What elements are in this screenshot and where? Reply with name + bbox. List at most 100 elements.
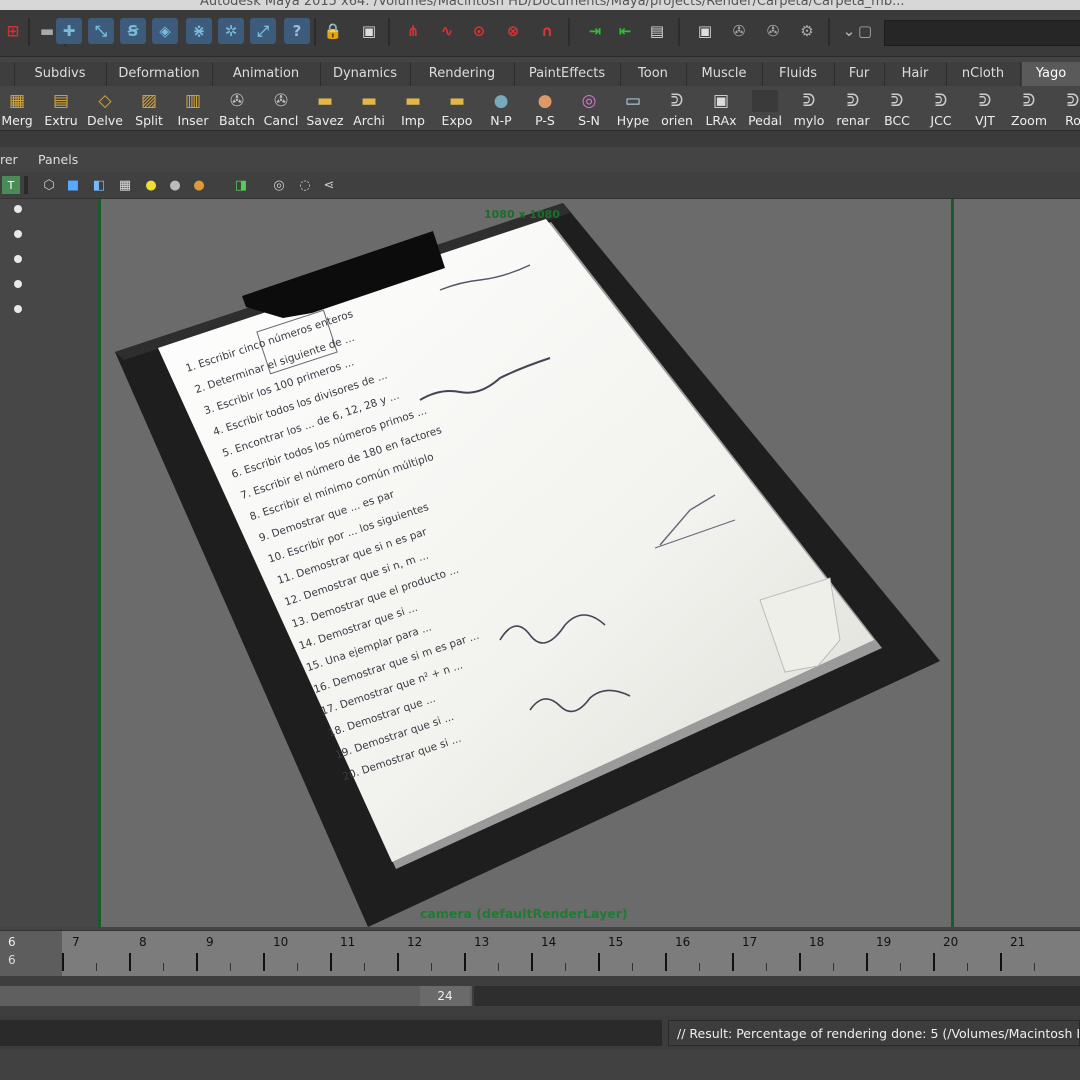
tab-rendering[interactable]: Rendering [410, 62, 515, 86]
tab-animation[interactable]: Animation [212, 62, 321, 86]
isolate-select-icon[interactable]: ◨ [232, 176, 250, 194]
shelf-button-archi[interactable]: ▬ Archi [348, 88, 390, 128]
snap-grid-icon[interactable]: ⋔ [400, 18, 426, 44]
default-light-icon[interactable]: ● [142, 176, 160, 194]
select-hierarchy-icon[interactable]: ✚ [56, 18, 82, 44]
insert-edge-icon: ▥ [184, 91, 202, 111]
shadows-icon[interactable]: ● [190, 176, 208, 194]
wireframe-on-shaded-icon[interactable]: ◧ [90, 176, 108, 194]
shelf-button-inser[interactable]: ▥ Inser [172, 88, 214, 128]
toggle-icon[interactable]: T [2, 176, 20, 194]
tab-yago[interactable]: Yago [1022, 62, 1080, 86]
quick-input-field[interactable] [884, 20, 1080, 46]
render-view-icon[interactable]: ▣ [692, 18, 718, 44]
shelf-button-delve[interactable]: ◇ Delve [84, 88, 126, 128]
share-icon[interactable]: ⋖ [320, 176, 338, 194]
time-slider[interactable]: 6 6 7 8 9 10 11 12 13 14 15 16 17 18 19 20 21 [0, 930, 1080, 977]
range-slider-track[interactable] [474, 986, 1080, 1006]
tab-hair[interactable]: Hair [884, 62, 947, 86]
shelf-button-label: mylo [793, 113, 825, 128]
select-component-icon[interactable]: Ꞩ [120, 18, 146, 44]
help-icon[interactable]: ? [284, 18, 310, 44]
tick-label: 16 [675, 935, 691, 949]
render-icon[interactable]: ✇ [726, 18, 752, 44]
list-item[interactable] [14, 230, 22, 238]
snap-magnet-icon[interactable]: ∩ [534, 18, 560, 44]
mask-curves-icon[interactable]: ✲ [218, 18, 244, 44]
input-icon[interactable]: ⇥ [582, 18, 608, 44]
tab-muscle[interactable]: Muscle [686, 62, 763, 86]
list-item[interactable] [14, 205, 22, 213]
tab-fur[interactable]: Fur [834, 62, 885, 86]
highlight-icon[interactable]: ▣ [356, 18, 382, 44]
tab-deformation[interactable]: Deformation [106, 62, 213, 86]
shelf-button-s-n[interactable]: ◎ S-N [568, 88, 610, 128]
shelf-button-n-p[interactable]: ● N-P [480, 88, 522, 128]
xray-joints-icon[interactable]: ◌ [296, 176, 314, 194]
snap-surface-icon[interactable]: ⊗ [500, 18, 526, 44]
tab-dynamics[interactable]: Dynamics [320, 62, 411, 86]
output-icon[interactable]: ⇤ [612, 18, 638, 44]
list-item[interactable] [14, 305, 22, 313]
snap-point-icon[interactable]: ⊙ [466, 18, 492, 44]
window-title: Autodesk Maya 2015 x64: /Volumes/Macinto… [200, 0, 905, 9]
shelf-button-hype[interactable]: ▭ Hype [612, 88, 654, 128]
shelf-button-expo[interactable]: ▬ Expo [436, 88, 478, 128]
tab-painteffects[interactable]: PaintEffects [514, 62, 621, 86]
tab-partial[interactable] [0, 62, 15, 86]
input-field-toggle-icon[interactable]: ▢ [852, 18, 878, 44]
tick-mark [933, 953, 935, 971]
shelf-button-zoom[interactable]: ᕲ Zoom [1008, 88, 1050, 128]
shelf-button-p-s[interactable]: ● P-S [524, 88, 566, 128]
all-lights-icon[interactable]: ● [166, 176, 184, 194]
mask-joints-icon[interactable]: ⋇ [186, 18, 212, 44]
shelf-button-imp[interactable]: ▬ Imp [392, 88, 434, 128]
mask-surfaces-icon[interactable]: ⤢ [250, 18, 276, 44]
shelf-button-jcc[interactable]: ᕲ JCC [920, 88, 962, 128]
mode-icon[interactable]: ⊞ [0, 18, 26, 44]
shelf-button-extru[interactable]: ▤ Extru [40, 88, 82, 128]
shelf-button-pedal[interactable]: Pedal [744, 88, 786, 128]
xray-icon[interactable]: ◎ [270, 176, 288, 194]
list-item[interactable] [14, 255, 22, 263]
tab-ncloth[interactable]: nCloth [946, 62, 1021, 86]
command-input[interactable] [0, 1020, 662, 1046]
render-settings-icon[interactable]: ⚙ [794, 18, 820, 44]
command-line: // Result: Percentage of rendering done:… [0, 1016, 1080, 1050]
lock-icon[interactable]: 🔒 [320, 18, 346, 44]
panel-menu-bar: rer Panels [0, 148, 1080, 172]
shelf-button-merg[interactable]: ▦ Merg [0, 88, 38, 128]
current-frame-label: 6 [8, 953, 16, 967]
textured-icon[interactable]: ▦ [116, 176, 134, 194]
shelf-button-bcc[interactable]: ᕲ BCC [876, 88, 918, 128]
shelf-button-label: Split [135, 113, 163, 128]
shelf-button-orien[interactable]: ᕲ orien [656, 88, 698, 128]
mask-icon[interactable]: ◈ [152, 18, 178, 44]
tab-subdivs[interactable]: Subdivs [14, 62, 107, 86]
snap-curve-icon[interactable]: ∿ [434, 18, 460, 44]
smooth-shade-icon[interactable]: ■ [64, 176, 82, 194]
shelf-button-vjt[interactable]: ᕲ VJT [964, 88, 1006, 128]
end-frame-field[interactable]: 24 [420, 986, 470, 1006]
ipr-render-icon[interactable]: ✇ [760, 18, 786, 44]
shelf-button-batch[interactable]: ✇ Batch [216, 88, 258, 128]
shelf-button-cancl[interactable]: ✇ Cancl [260, 88, 302, 128]
tab-fluids[interactable]: Fluids [762, 62, 835, 86]
wireframe-cube-icon[interactable]: ⬡ [40, 176, 58, 194]
shelf-button-renar[interactable]: ᕲ renar [832, 88, 874, 128]
viewport[interactable]: 1. Escribir cinco números enteros 2. Dete… [98, 199, 1080, 927]
select-object-icon[interactable]: ⤡ [88, 18, 114, 44]
shelf-button-lrax[interactable]: ▣ LRAx [700, 88, 742, 128]
tab-toon[interactable]: Toon [620, 62, 687, 86]
menu-panels[interactable]: Panels [38, 152, 78, 167]
shelf-button-mylo[interactable]: ᕲ mylo [788, 88, 830, 128]
range-slider-bar[interactable] [0, 986, 472, 1006]
shelf-button-split[interactable]: ▨ Split [128, 88, 170, 128]
list-item[interactable] [14, 280, 22, 288]
shelf-button-savez[interactable]: ▬ Savez [304, 88, 346, 128]
separator [828, 18, 830, 46]
shelf-button-ro[interactable]: ᕲ Ro [1052, 88, 1080, 128]
construction-history-icon[interactable]: ▤ [644, 18, 670, 44]
menu-renderer[interactable]: rer [0, 152, 18, 167]
tick-mark-minor [96, 963, 97, 971]
